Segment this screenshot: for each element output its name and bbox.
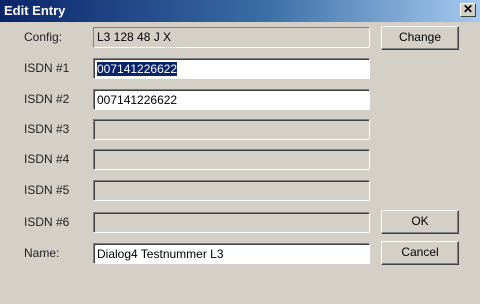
ok-button[interactable]: OK [381, 210, 459, 234]
isdn4-label: ISDN #4 [24, 152, 70, 166]
name-field[interactable]: Dialog4 Testnummer L3 [93, 243, 370, 264]
isdn3-field[interactable] [93, 119, 370, 140]
cancel-button[interactable]: Cancel [381, 241, 459, 265]
close-icon[interactable]: ✕ [460, 3, 476, 17]
config-value: L3 128 48 J X [93, 27, 370, 48]
isdn2-field[interactable]: 007141226622 [93, 89, 370, 110]
isdn4-field[interactable] [93, 149, 370, 170]
title-bar: Edit Entry ✕ [0, 0, 480, 22]
config-label: Config: [24, 30, 63, 44]
isdn5-label: ISDN #5 [24, 183, 70, 197]
change-button[interactable]: Change [381, 26, 459, 50]
isdn5-field[interactable] [93, 180, 370, 201]
isdn3-label: ISDN #3 [24, 122, 70, 136]
name-label: Name: [24, 246, 60, 260]
isdn2-label: ISDN #2 [24, 92, 70, 106]
window-title: Edit Entry [4, 3, 66, 18]
isdn6-field[interactable] [93, 212, 370, 233]
isdn1-label: ISDN #1 [24, 61, 70, 75]
isdn1-field[interactable]: 007141226622 [93, 58, 370, 79]
isdn1-value: 007141226622 [97, 62, 178, 76]
dialog-body: Config: L3 128 48 J X Change ISDN #1 007… [0, 22, 480, 304]
isdn6-label: ISDN #6 [24, 215, 70, 229]
